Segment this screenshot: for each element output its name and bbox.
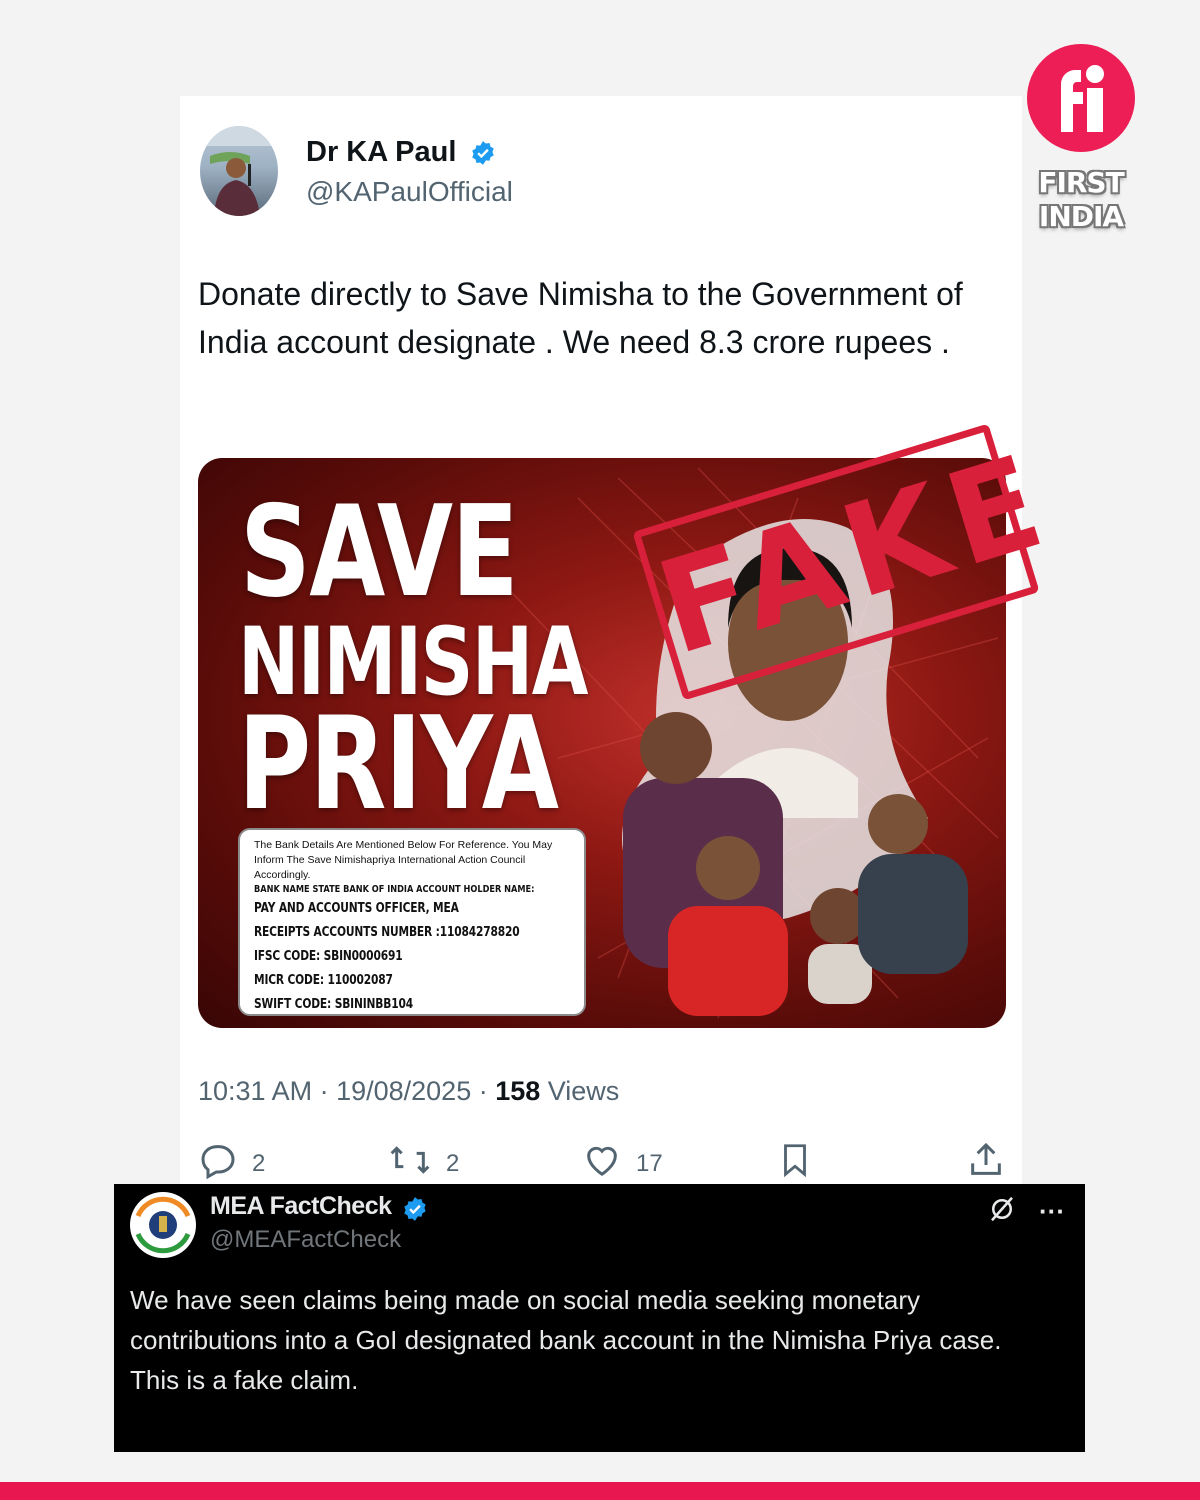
bookmark-icon: [776, 1140, 814, 1187]
tweet-actions: 2 2 17: [198, 1140, 1006, 1184]
brand-line-1: FIRST: [1038, 166, 1124, 199]
reply-button[interactable]: 2: [198, 1140, 265, 1187]
mea-avatar[interactable]: [130, 1192, 196, 1258]
views-label: Views: [540, 1076, 620, 1106]
factcheck-toolbar: ···: [987, 1194, 1065, 1229]
bank-details-box: The Bank Details Are Mentioned Below For…: [238, 828, 586, 1016]
tweet-meta: 10:31 AM · 19/08/2025 · 158 Views: [198, 1076, 619, 1107]
factcheck-card: MEA FactCheck @MEAFactCheck ··· We have …: [114, 1184, 1085, 1452]
account-holder: PAY AND ACCOUNTS OFFICER, MEA: [254, 901, 459, 916]
fi-logo-icon: [1027, 44, 1135, 152]
ifsc-code: IFSC CODE: SBIN0000691: [254, 949, 403, 964]
verified-badge-icon: [470, 140, 496, 171]
retweet-button[interactable]: 2: [388, 1140, 459, 1187]
retweet-icon: [388, 1140, 432, 1187]
retweet-count: 2: [446, 1149, 460, 1177]
author-handle[interactable]: @KAPaulOfficial: [306, 176, 513, 208]
swift-code: SWIFT CODE: SBININBB104: [254, 997, 413, 1012]
reply-count: 2: [252, 1149, 266, 1177]
tweet-text: Donate directly to Save Nimisha to the G…: [198, 276, 963, 360]
tweet-timestamp[interactable]: 10:31 AM · 19/08/2025 ·: [198, 1076, 495, 1106]
bookmark-button[interactable]: [776, 1140, 814, 1187]
author-name[interactable]: Dr KA Paul: [306, 136, 456, 169]
like-count: 17: [636, 1149, 663, 1177]
factcheck-name[interactable]: MEA FactCheck: [210, 1192, 392, 1221]
more-options-icon[interactable]: ···: [1039, 1196, 1065, 1227]
factcheck-handle[interactable]: @MEAFactCheck: [210, 1226, 401, 1254]
like-button[interactable]: 17: [582, 1140, 663, 1187]
views-count: 158: [495, 1076, 541, 1106]
bank-intro: The Bank Details Are Mentioned Below For…: [254, 839, 553, 881]
heart-icon: [582, 1140, 622, 1187]
poster-title-line-3: PRIYA: [238, 690, 559, 839]
factcheck-text: We have seen claims being made on social…: [130, 1285, 1002, 1395]
poster-title-line-1: SAVE: [240, 478, 519, 625]
bank-name-line: BANK NAME STATE BANK OF INDIA ACCOUNT HO…: [254, 884, 535, 895]
account-number: RECEIPTS ACCOUNTS NUMBER :11084278820: [254, 925, 520, 940]
verified-badge-icon: [402, 1196, 428, 1227]
micr-code: MICR CODE: 110002087: [254, 973, 393, 988]
tweet-card: Dr KA Paul @KAPaulOfficial Donate direct…: [180, 96, 1067, 1206]
brand-bottom-bar: [0, 1482, 1200, 1500]
grok-icon[interactable]: [987, 1194, 1017, 1229]
avatar[interactable]: [200, 126, 278, 216]
reply-icon: [198, 1140, 238, 1187]
share-icon: [966, 1140, 1006, 1187]
share-button[interactable]: [966, 1140, 1006, 1187]
first-india-logo: FIRST INDIA: [1026, 44, 1136, 234]
brand-line-2: INDIA: [1038, 200, 1124, 233]
